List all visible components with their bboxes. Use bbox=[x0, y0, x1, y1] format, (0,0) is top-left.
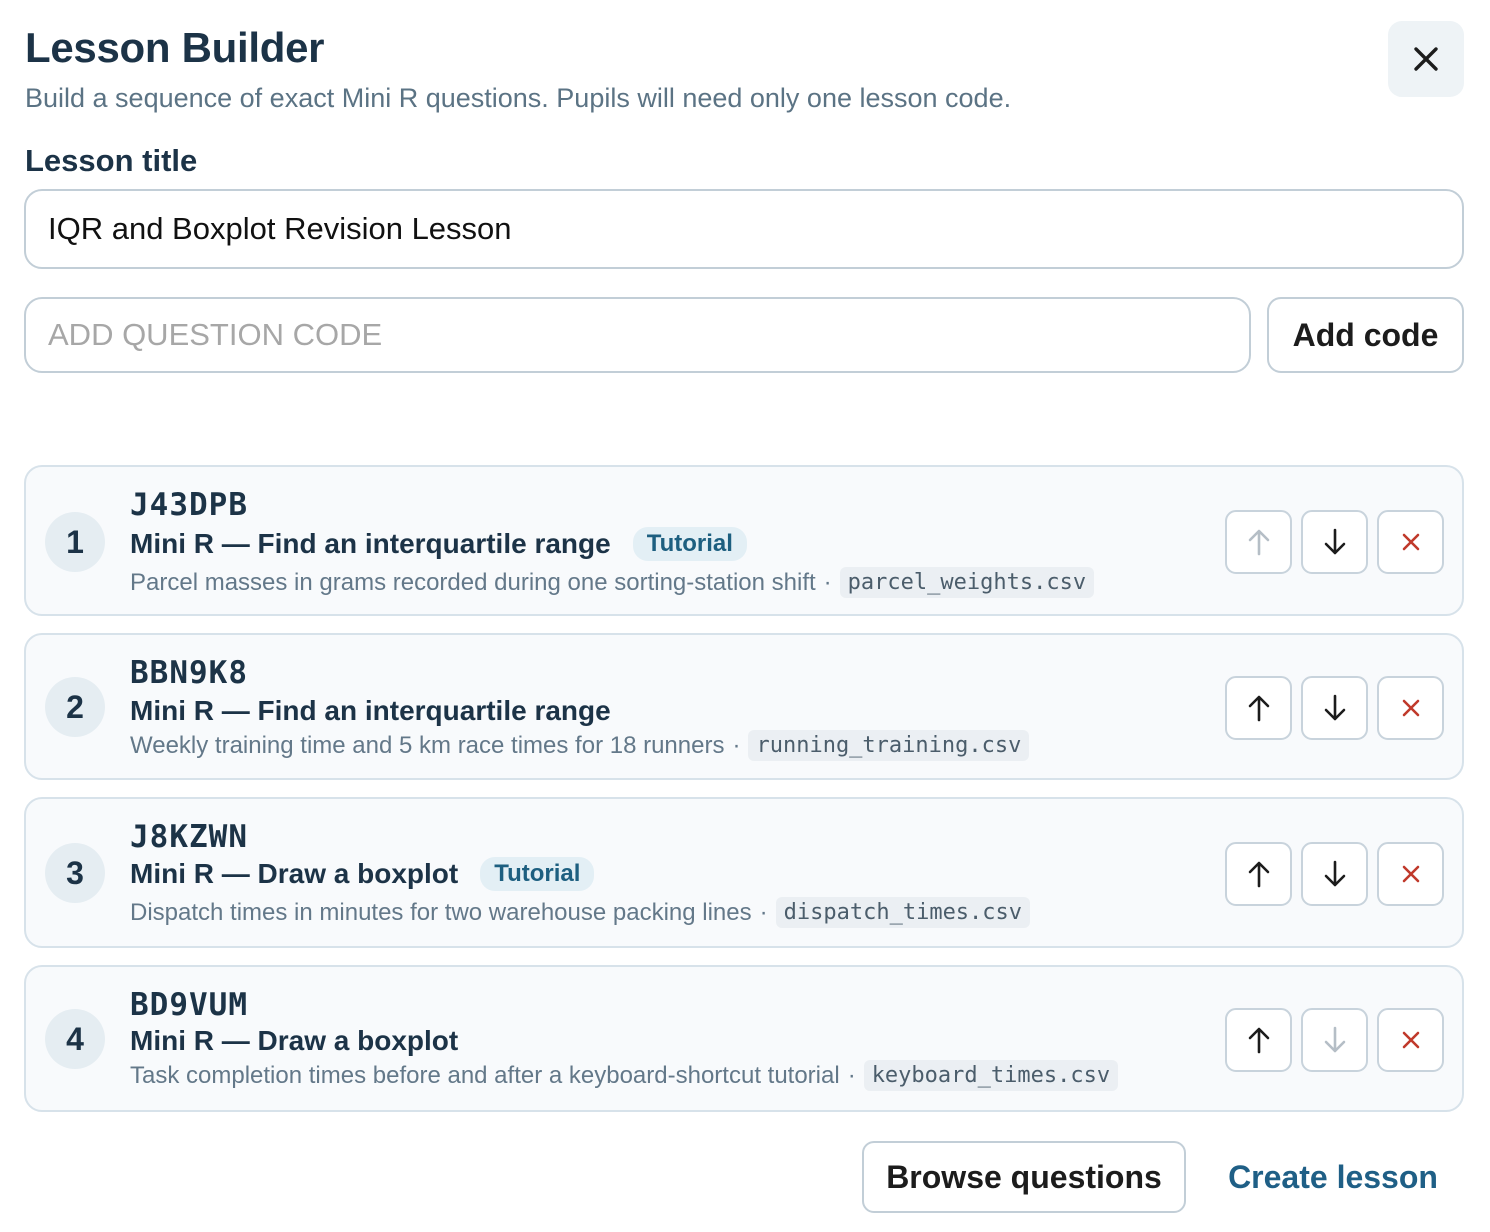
lesson-title-input[interactable] bbox=[24, 189, 1464, 269]
arrow-down-icon bbox=[1324, 694, 1345, 721]
move-up-button bbox=[1225, 510, 1292, 574]
question-title: Mini R — Find an interquartile range bbox=[130, 695, 611, 726]
arrow-up-icon bbox=[1248, 695, 1269, 722]
remove-question-button[interactable] bbox=[1377, 676, 1444, 740]
tutorial-badge: Tutorial bbox=[480, 857, 595, 891]
question-description: Task completion times before and after a… bbox=[130, 1061, 840, 1089]
question-card: 3 J8KZWN Mini R — Draw a boxplot Tutoria… bbox=[24, 797, 1464, 948]
question-description-row: Dispatch times in minutes for two wareho… bbox=[130, 897, 1031, 928]
move-down-button[interactable] bbox=[1301, 842, 1368, 906]
question-code-input[interactable] bbox=[24, 297, 1251, 373]
remove-icon bbox=[1402, 533, 1419, 551]
question-description: Dispatch times in minutes for two wareho… bbox=[130, 898, 752, 926]
question-number: 4 bbox=[45, 1009, 105, 1069]
question-title-row: Mini R — Draw a boxplot Tutorial bbox=[130, 857, 595, 891]
lesson-title-label: Lesson title bbox=[25, 143, 198, 178]
move-down-button bbox=[1301, 1008, 1368, 1072]
move-up-button[interactable] bbox=[1225, 1008, 1292, 1072]
move-down-button[interactable] bbox=[1301, 510, 1368, 574]
arrow-up-icon bbox=[1248, 1027, 1269, 1054]
close-button[interactable] bbox=[1388, 21, 1464, 97]
separator: · bbox=[823, 568, 832, 596]
question-title: Mini R — Find an interquartile range bbox=[130, 528, 611, 559]
arrow-down-icon bbox=[1324, 528, 1345, 555]
move-up-button[interactable] bbox=[1225, 842, 1292, 906]
question-card: 4 BD9VUM Mini R — Draw a boxplot Task co… bbox=[24, 965, 1464, 1112]
question-card: 2 BBN9K8 Mini R — Find an interquartile … bbox=[24, 633, 1464, 780]
question-description-row: Task completion times before and after a… bbox=[130, 1060, 1119, 1091]
separator: · bbox=[759, 898, 768, 926]
arrow-up-icon bbox=[1248, 861, 1269, 888]
question-description: Weekly training time and 5 km race times… bbox=[130, 731, 725, 759]
move-up-button[interactable] bbox=[1225, 676, 1292, 740]
page-subtitle: Build a sequence of exact Mini R questio… bbox=[25, 83, 1012, 113]
create-lesson-button[interactable]: Create lesson bbox=[1212, 1141, 1454, 1213]
question-number: 2 bbox=[45, 677, 105, 737]
arrow-down-icon bbox=[1324, 1026, 1345, 1053]
dataset-filename: keyboard_times.csv bbox=[863, 1060, 1119, 1091]
question-description-row: Parcel masses in grams recorded during o… bbox=[130, 567, 1095, 598]
question-number: 1 bbox=[45, 512, 105, 572]
remove-icon bbox=[1402, 699, 1419, 717]
question-code: J43DPB bbox=[130, 487, 248, 523]
separator: · bbox=[732, 731, 741, 759]
remove-question-button[interactable] bbox=[1377, 510, 1444, 574]
question-title: Mini R — Draw a boxplot bbox=[130, 1025, 459, 1056]
question-card: 1 J43DPB Mini R — Find an interquartile … bbox=[24, 465, 1464, 616]
remove-icon bbox=[1402, 865, 1419, 883]
arrow-down-icon bbox=[1324, 860, 1345, 887]
question-description: Parcel masses in grams recorded during o… bbox=[130, 568, 816, 596]
browse-questions-button[interactable]: Browse questions bbox=[862, 1141, 1186, 1213]
arrow-up-icon bbox=[1248, 529, 1269, 556]
question-title: Mini R — Draw a boxplot bbox=[130, 858, 459, 889]
question-code: BD9VUM bbox=[130, 987, 248, 1023]
dataset-filename: dispatch_times.csv bbox=[775, 897, 1031, 928]
dataset-filename: parcel_weights.csv bbox=[839, 567, 1095, 598]
question-code: J8KZWN bbox=[130, 819, 248, 855]
question-description-row: Weekly training time and 5 km race times… bbox=[130, 730, 1030, 761]
question-number: 3 bbox=[45, 843, 105, 903]
remove-icon bbox=[1402, 1031, 1419, 1049]
tutorial-badge: Tutorial bbox=[632, 527, 747, 561]
move-down-button[interactable] bbox=[1301, 676, 1368, 740]
question-title-row: Mini R — Draw a boxplot bbox=[130, 1025, 458, 1057]
separator: · bbox=[847, 1061, 856, 1089]
remove-question-button[interactable] bbox=[1377, 1008, 1444, 1072]
add-code-button[interactable]: Add code bbox=[1267, 297, 1464, 373]
question-title-row: Mini R — Find an interquartile range Tut… bbox=[130, 527, 747, 561]
close-icon bbox=[1414, 47, 1438, 71]
question-title-row: Mini R — Find an interquartile range bbox=[130, 695, 611, 727]
page-title: Lesson Builder bbox=[25, 24, 325, 71]
question-code: BBN9K8 bbox=[130, 655, 248, 691]
dataset-filename: running_training.csv bbox=[748, 730, 1030, 761]
lesson-builder-dialog: Lesson Builder Build a sequence of exact… bbox=[0, 0, 1490, 1232]
remove-question-button[interactable] bbox=[1377, 842, 1444, 906]
